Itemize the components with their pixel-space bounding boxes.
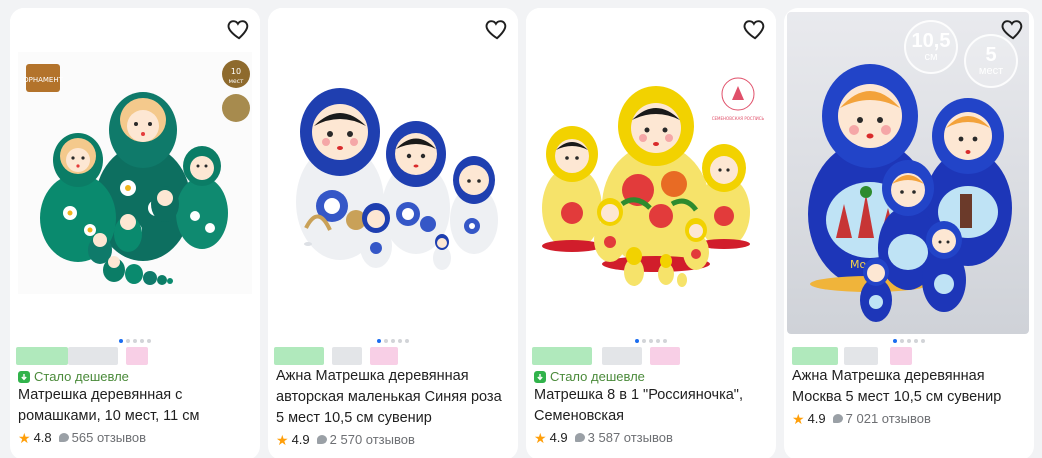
reviews-count[interactable]: 7 021 отзывов <box>832 411 931 426</box>
speech-bubble-icon <box>316 435 327 444</box>
price-blurred <box>532 347 770 365</box>
product-grid: ОРНАМЕНТ 10 мест Стало дешевле Матрешка … <box>0 0 1042 458</box>
price-drop-badge: Стало дешевле <box>534 369 645 384</box>
price-blurred <box>274 347 512 365</box>
product-card[interactable]: ОРНАМЕНТ 10 мест Стало дешевле Матрешка … <box>10 8 260 458</box>
rating-value: 4.9 <box>549 430 568 445</box>
product-card[interactable]: Ажна Матрешка деревянная авторская мален… <box>268 8 518 458</box>
star-icon: ★ <box>18 429 31 446</box>
pieces-unit: мест <box>978 65 1004 77</box>
product-card[interactable]: Москва <box>784 8 1034 458</box>
favorite-heart-icon[interactable] <box>1000 16 1026 42</box>
price-drop-badge: Стало дешевле <box>18 369 129 384</box>
rating-value: 4.8 <box>33 430 52 445</box>
favorite-heart-icon[interactable] <box>484 16 510 42</box>
image-pagination[interactable] <box>10 339 260 343</box>
reviews-count[interactable]: 565 отзывов <box>58 430 147 445</box>
product-card[interactable]: СЕМЕНОВСКАЯ РОСПИСЬ Стало дешевле Матреш… <box>526 8 776 458</box>
image-pagination[interactable] <box>268 339 518 343</box>
price-down-icon <box>18 370 30 383</box>
product-image[interactable]: ОРНАМЕНТ 10 мест <box>10 8 260 336</box>
speech-bubble-icon <box>58 433 69 442</box>
rating-value: 4.9 <box>807 411 826 426</box>
speech-bubble-icon <box>574 433 585 442</box>
rating: ★ 4.8 565 отзывов <box>18 430 146 445</box>
image-pagination[interactable] <box>784 339 1034 343</box>
price-blurred <box>16 347 254 365</box>
product-image[interactable]: СЕМЕНОВСКАЯ РОСПИСЬ <box>526 8 776 336</box>
reviews-label: 3 587 отзывов <box>587 430 673 445</box>
product-title[interactable]: Матрешка 8 в 1 "Россияночка", Семеновска… <box>534 385 770 427</box>
reviews-label: 7 021 отзывов <box>845 411 931 426</box>
pieces-value: 5 <box>985 44 997 66</box>
reviews-label: 2 570 отзывов <box>329 432 415 447</box>
product-title[interactable]: Матрешка деревянная с ромашками, 10 мест… <box>18 385 254 427</box>
star-icon: ★ <box>276 431 289 448</box>
reviews-count[interactable]: 2 570 отзывов <box>316 432 415 447</box>
brand-logo-text: ОРНАМЕНТ <box>23 76 64 84</box>
price-down-icon <box>534 370 546 383</box>
size-unit: см <box>924 51 938 63</box>
reviews-count[interactable]: 3 587 отзывов <box>574 430 673 445</box>
tag-count-unit: мест <box>228 78 244 85</box>
price-drop-label: Стало дешевле <box>34 369 129 384</box>
star-icon: ★ <box>792 410 805 427</box>
brand-seal-text: СЕМЕНОВСКАЯ РОСПИСЬ <box>712 116 765 121</box>
size-value: 10,5 <box>911 30 951 52</box>
speech-bubble-icon <box>832 414 843 423</box>
price-blurred <box>790 347 1028 365</box>
reviews-label: 565 отзывов <box>71 430 147 445</box>
product-image[interactable]: Москва <box>784 8 1034 336</box>
price-drop-label: Стало дешевле <box>550 369 645 384</box>
product-title[interactable]: Ажна Матрешка деревянная Москва 5 мест 1… <box>792 366 1028 408</box>
product-image[interactable] <box>268 8 518 336</box>
rating-value: 4.9 <box>291 432 310 447</box>
image-pagination[interactable] <box>526 339 776 343</box>
tag-count: 10 <box>231 67 241 76</box>
size-badge: 10,5 см <box>904 20 958 74</box>
rating: ★ 4.9 7 021 отзывов <box>792 411 931 426</box>
pieces-badge: 5 мест <box>964 34 1018 88</box>
product-title[interactable]: Ажна Матрешка деревянная авторская мален… <box>276 366 512 429</box>
favorite-heart-icon[interactable] <box>742 16 768 42</box>
star-icon: ★ <box>534 429 547 446</box>
favorite-heart-icon[interactable] <box>226 16 252 42</box>
rating: ★ 4.9 3 587 отзывов <box>534 430 673 445</box>
rating: ★ 4.9 2 570 отзывов <box>276 432 415 447</box>
